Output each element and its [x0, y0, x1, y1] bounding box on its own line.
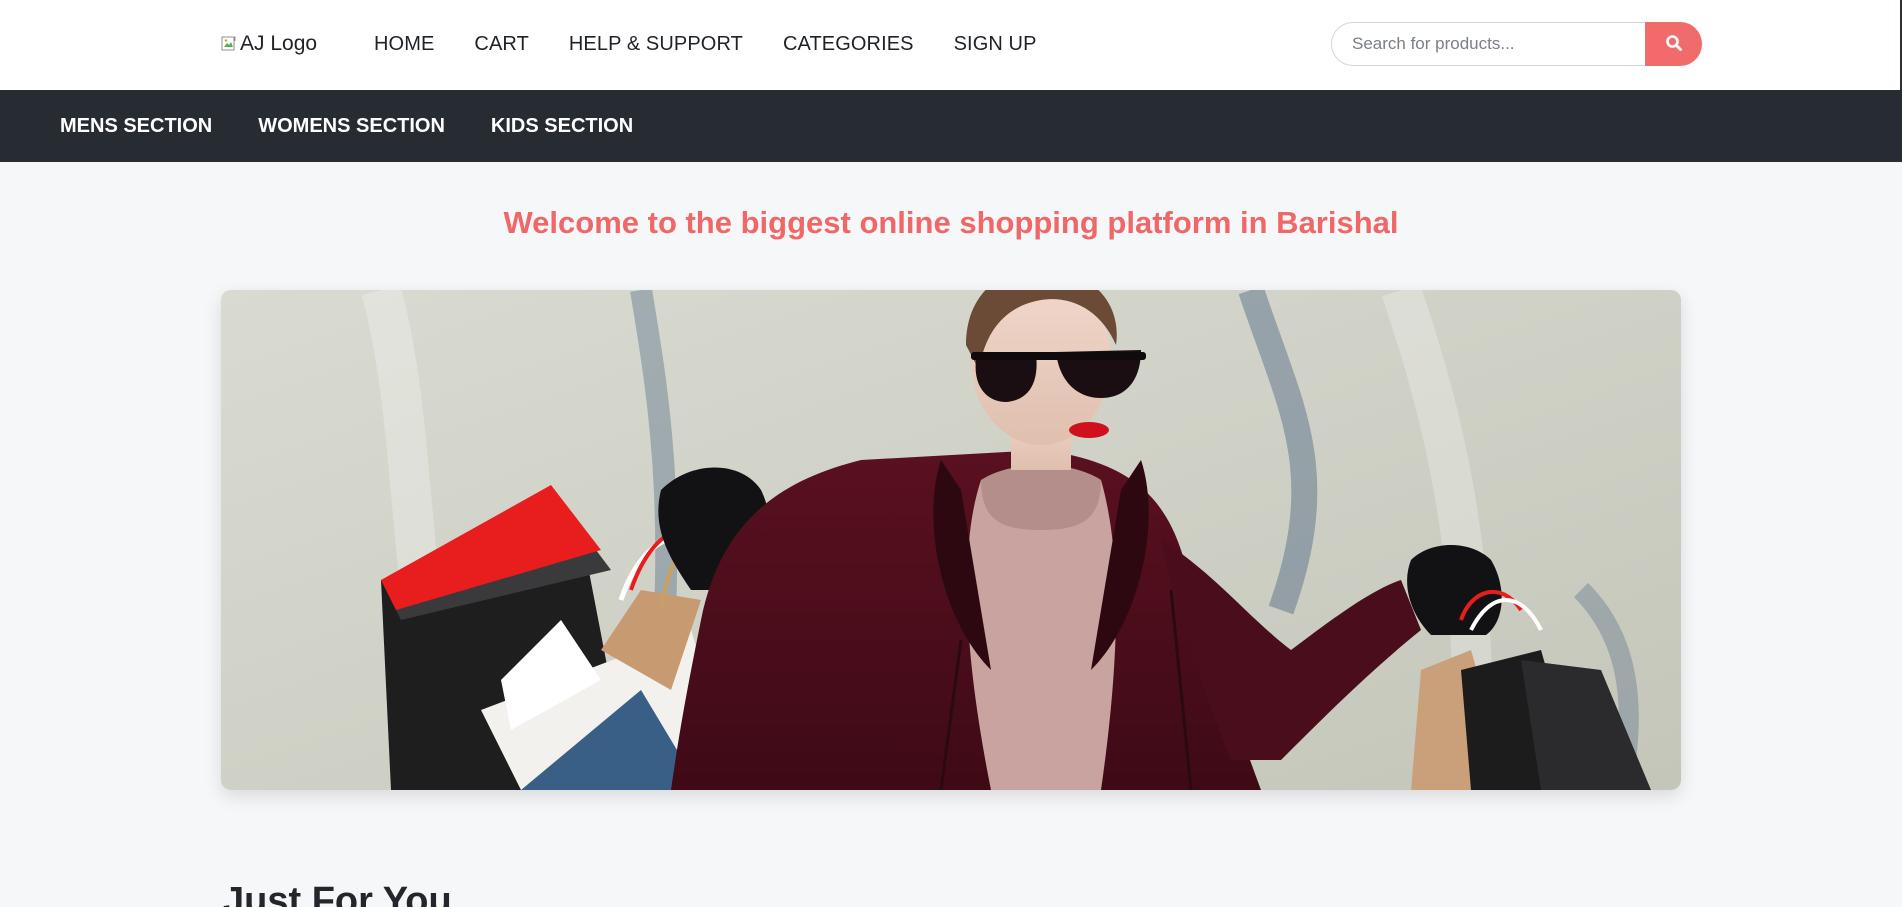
search-form: [1331, 22, 1702, 66]
nav-help-support-link[interactable]: HELP & SUPPORT: [569, 26, 743, 62]
nav-home-link[interactable]: HOME: [374, 26, 434, 62]
logo-alt-text: AJ Logo: [240, 32, 318, 55]
primary-nav: HOME CART HELP & SUPPORT CATEGORIES SIGN…: [374, 26, 1077, 62]
section-nav: MENS SECTION WOMENS SECTION KIDS SECTION: [60, 108, 679, 144]
welcome-heading: Welcome to the biggest online shopping p…: [503, 205, 1399, 240]
mens-section-link[interactable]: MENS SECTION: [60, 108, 212, 144]
kids-section-link[interactable]: KIDS SECTION: [491, 108, 633, 144]
nav-cart-link[interactable]: CART: [474, 26, 528, 62]
just-for-you-heading: Just For You: [223, 880, 452, 907]
nav-categories-link[interactable]: CATEGORIES: [783, 26, 914, 62]
search-input[interactable]: [1331, 22, 1645, 66]
nav-sign-up-link[interactable]: SIGN UP: [954, 26, 1037, 62]
section-nav-bar: MENS SECTION WOMENS SECTION KIDS SECTION: [0, 90, 1902, 162]
logo-link[interactable]: AJ Logo: [221, 28, 317, 60]
hero-banner-image: [221, 290, 1681, 790]
hero-banner: [221, 290, 1681, 790]
womens-section-link[interactable]: WOMENS SECTION: [258, 108, 445, 144]
top-header: AJ Logo HOME CART HELP & SUPPORT CATEGOR…: [0, 0, 1902, 90]
page: AJ Logo HOME CART HELP & SUPPORT CATEGOR…: [0, 0, 1902, 907]
search-icon: [1665, 34, 1683, 55]
broken-image-icon: [221, 36, 237, 52]
search-button[interactable]: [1645, 22, 1702, 66]
